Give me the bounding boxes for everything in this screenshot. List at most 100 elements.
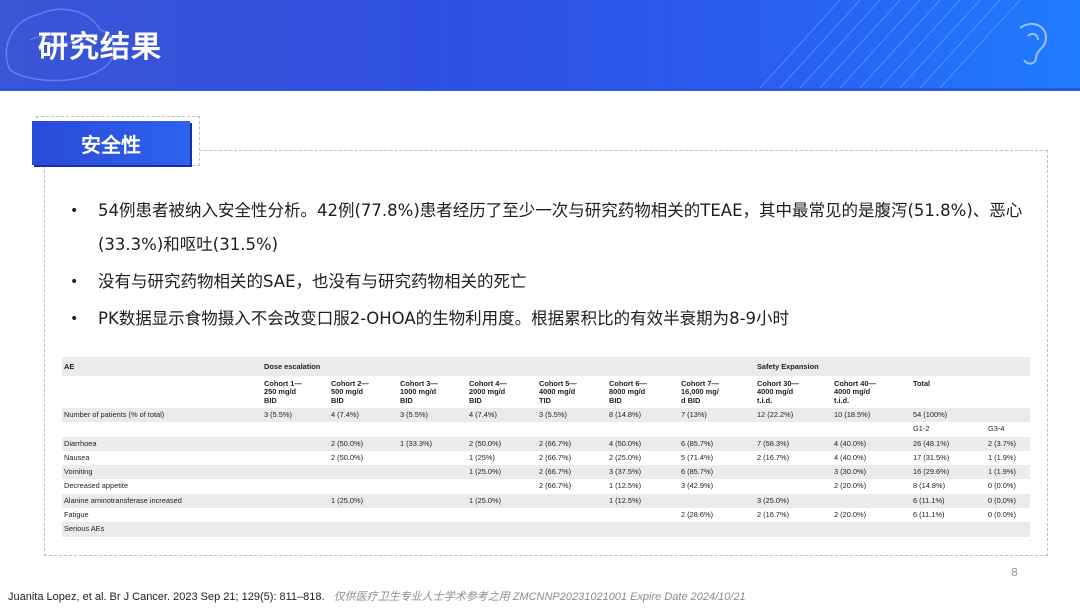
table-cell <box>398 422 467 436</box>
cohort-header: Total <box>913 379 931 388</box>
table-cell: 4 (40.0%) <box>834 452 867 462</box>
footer: Juanita Lopez, et al. Br J Cancer. 2023 … <box>8 588 746 604</box>
table-cell: 2 (3.7%) <box>986 436 1030 451</box>
ae-table: AE Dose escalation Safety Expansion Coho… <box>62 357 1030 537</box>
table-cell: 8 (14.8%) <box>607 408 679 423</box>
table-cell: 1 (25.0%) <box>467 465 537 480</box>
row-label <box>62 422 262 436</box>
table-cell: 2 (16.7%) <box>757 510 790 520</box>
table-row: Vomiting 1 (25.0%) 2 (66.7%) 3 (37.5%) 6 (85… <box>62 465 1030 480</box>
table-cell: 1 (25.0%) <box>329 493 398 509</box>
table-cell: 2 (50.0%) <box>467 436 537 451</box>
table-cell <box>607 422 679 436</box>
table-cell: 3 (42.9%) <box>681 481 714 491</box>
table-cell: 10 (18.5%) <box>832 408 911 423</box>
slide-header: 研究结果 <box>0 0 1080 88</box>
table-cell: 2 (28.6%) <box>681 510 714 520</box>
table-cell: 6 (11.1%) <box>913 510 945 520</box>
header-divider <box>0 88 1080 91</box>
section-label: 安全性 <box>32 121 190 165</box>
table-cell: 4 (7.4%) <box>467 408 537 423</box>
table-cell: 1 (1.9%) <box>986 465 1030 480</box>
table-cell: 2 (20.0%) <box>834 481 867 491</box>
table-cell: 0 (0.0%) <box>988 510 1016 520</box>
table-row: Decreased appetite 2 (66.7%) 1 (12.5%) 3 (4… <box>62 479 1030 493</box>
citation: Juanita Lopez, et al. Br J Cancer. 2023 … <box>8 591 325 603</box>
table-cell <box>986 522 1030 537</box>
table-cell <box>262 493 329 509</box>
table-cell: 6 (85.7%) <box>679 465 755 480</box>
table-cell <box>398 522 467 537</box>
table-cell: 7 (58.3%) <box>755 436 832 451</box>
cohort-header <box>986 376 1030 408</box>
cohort-header: Cohort 5— 4000 mg/d TID <box>539 379 577 405</box>
table-cell <box>329 422 398 436</box>
cohort-header: Cohort 30— 4000 mg/d t.i.d. <box>757 379 799 405</box>
table-cell <box>262 422 329 436</box>
cohort-header: Cohort 1— 250 mg/d BID <box>264 379 302 405</box>
table-cell: 2 (20.0%) <box>834 510 867 520</box>
table-cell <box>329 508 398 522</box>
table-cell: 2 (16.7%) <box>757 452 790 462</box>
bullet-item: • PK数据显示食物摄入不会改变口服2-OHOA的生物利用度。根据累积比的有效半… <box>70 302 1040 336</box>
table-cell <box>262 522 329 537</box>
table-cell <box>467 422 537 436</box>
page-number: 8 <box>1011 566 1018 579</box>
table-cell: 0 (0.0%) <box>988 481 1016 491</box>
table-cell <box>832 493 911 509</box>
table-cell: 4 (40.0%) <box>832 436 911 451</box>
table-cohort-header-row: Cohort 1— 250 mg/d BID Cohort 2— 500 mg/d… <box>62 376 1030 408</box>
table-cell: 1 (25.0%) <box>467 493 537 509</box>
table-cell <box>537 422 607 436</box>
table-row: Nausea 2 (50.0%) 1 (25%) 2 (66.7%) 2 (25.0%)… <box>62 451 1030 465</box>
table-cell <box>262 451 329 465</box>
page-title: 研究结果 <box>38 30 162 65</box>
table-cell: 1 (12.5%) <box>607 493 679 509</box>
table-cell: 3 (5.5%) <box>537 408 607 423</box>
dose-escalation-header: Dose escalation <box>262 357 755 376</box>
table-cell: 3 (25.0%) <box>755 493 832 509</box>
cohort-header: Cohort 6— 8000 mg/d BID <box>609 379 647 405</box>
table-cell <box>986 408 1030 423</box>
table-cell: 4 (7.4%) <box>329 408 398 423</box>
bullet-dot: • <box>70 274 79 290</box>
row-label: Serious AEs <box>62 522 262 537</box>
table-cell: 3 (37.5%) <box>607 465 679 480</box>
table-cell <box>262 479 329 493</box>
bullet-text: 没有与研究药物相关的SAE，也没有与研究药物相关的死亡 <box>98 272 527 291</box>
table-cell: 3 (5.5%) <box>262 408 329 423</box>
table-cell: 2 (25.0%) <box>609 452 642 462</box>
table-row: Alanine aminotransferase increased 1 (25.… <box>62 493 1030 509</box>
cohort-header: Cohort 4— 2000 mg/d BID <box>469 379 507 405</box>
table-cell: 2 (66.7%) <box>537 465 607 480</box>
table-cell <box>755 479 832 493</box>
table-grade-row: G1-2 G3-4 <box>62 422 1030 436</box>
table-group-header-row: AE Dose escalation Safety Expansion <box>62 357 1030 376</box>
brain-network-icon <box>759 0 1048 88</box>
table-cell: 16 (29.6%) <box>911 465 986 480</box>
table-cell <box>832 422 911 436</box>
table-cell <box>467 479 537 493</box>
table-cell <box>398 508 467 522</box>
table-cell: 6 (85.7%) <box>679 436 755 451</box>
table-cell <box>398 465 467 480</box>
table-cell <box>329 522 398 537</box>
table-cell: 1 (25%) <box>469 452 495 462</box>
table-row: Number of patients (% of total) 3 (5.5%) 4… <box>62 408 1030 423</box>
ear-icon <box>1019 22 1048 65</box>
table-cell: 6 (11.1%) <box>911 493 986 509</box>
table-cell <box>537 522 607 537</box>
table-cell: 7 (13%) <box>679 408 755 423</box>
cohort-header: Cohort 7— 16,000 mg/ d BID <box>681 379 719 405</box>
table-cell <box>755 465 832 480</box>
bullet-dot: • <box>70 203 79 219</box>
table-cell <box>911 522 986 537</box>
table-cell: 2 (50.0%) <box>331 452 364 462</box>
cohort-header: Cohort 3— 1000 mg/d BID <box>400 379 438 405</box>
table-cell <box>262 436 329 451</box>
table-cell: 12 (22.2%) <box>755 408 832 423</box>
table-cell: 0 (0.0%) <box>986 493 1030 509</box>
grade-g12-header: G1-2 <box>913 424 930 434</box>
row-label: Alanine aminotransferase increased <box>62 493 262 509</box>
row-label: Nausea <box>64 452 90 462</box>
